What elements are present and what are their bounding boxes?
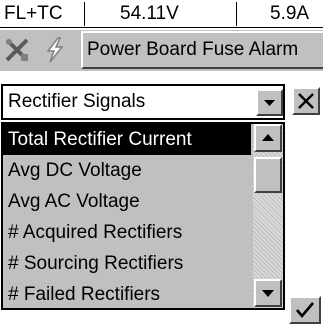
scrollbar-thumb[interactable] [254,157,282,193]
status-divider [84,2,85,26]
list-item[interactable]: # Acquired Rectifiers [3,217,251,248]
status-current: 5.9A [270,3,310,24]
chevron-down-icon [262,290,274,297]
confirm-button[interactable] [289,296,321,324]
checkmark-icon [296,302,314,319]
list-item[interactable]: Total Rectifier Current [3,124,251,155]
status-voltage: 54.11V [120,3,179,24]
dropdown-arrow-button[interactable] [256,89,283,116]
chevron-down-icon [264,100,275,106]
scroll-down-button[interactable] [254,279,282,307]
list-item[interactable]: # Sourcing Rectifiers [3,248,251,279]
list-item[interactable]: # Failed Rectifiers [3,279,251,307]
status-divider [236,2,237,26]
power-board-fuse-alarm-button[interactable]: Power Board Fuse Alarm [81,31,323,69]
close-icon [298,93,314,109]
lightning-icon[interactable] [42,37,68,63]
list-item[interactable]: Avg AC Voltage [3,186,251,217]
chevron-up-icon [262,134,274,141]
list-item[interactable]: Avg DC Voltage [3,155,251,186]
dropdown-selected-value: Rectifier Signals [8,91,146,112]
scroll-up-button[interactable] [254,124,282,152]
status-mode: FL+TC [4,3,63,24]
close-button[interactable] [292,87,320,115]
tools-icon[interactable] [4,37,30,63]
